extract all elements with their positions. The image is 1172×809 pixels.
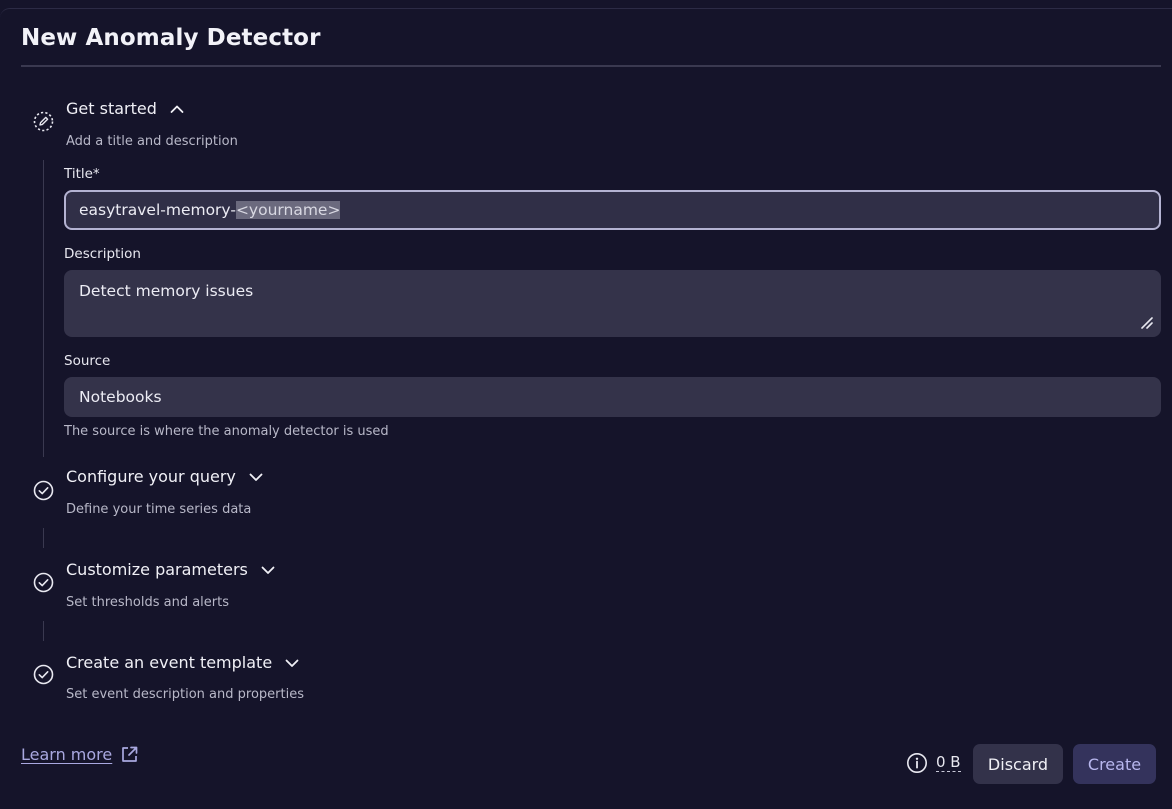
source-label: Source [64,353,111,369]
source-text: Notebooks [79,388,162,406]
step-title-label: Customize parameters [66,560,248,579]
step-create-event-template[interactable]: Create an event template [66,653,300,672]
size-indicator[interactable]: 0 B [906,752,961,774]
info-icon[interactable] [906,752,928,774]
check-circle-icon [33,664,54,685]
step-title-label: Create an event template [66,653,273,672]
chevron-down-icon[interactable] [284,655,300,671]
step-title-label: Configure your query [66,467,236,486]
chevron-up-icon[interactable] [169,101,185,117]
step-configure-query[interactable]: Configure your query [66,467,264,486]
description-label: Description [64,246,141,262]
step-title-label: Get started [66,99,157,118]
learn-more-link[interactable]: Learn more [21,745,139,764]
description-textarea[interactable]: Detect memory issues [64,270,1161,337]
create-button[interactable]: Create [1073,744,1156,784]
discard-button[interactable]: Discard [973,744,1063,784]
title-input-text: easytravel-memory- [79,201,236,219]
step-customize-parameters[interactable]: Customize parameters [66,560,276,579]
title-label: Title* [64,166,100,182]
check-circle-icon [33,572,54,593]
external-link-icon [122,746,138,762]
learn-more-label: Learn more [21,745,113,764]
step-subtitle: Add a title and description [66,134,238,149]
step-subtitle: Set thresholds and alerts [66,595,229,610]
chevron-down-icon[interactable] [248,469,264,485]
title-input[interactable]: easytravel-memory- <yourname> [64,190,1161,230]
resize-handle-icon[interactable] [1140,316,1154,330]
step-subtitle: Set event description and properties [66,687,304,702]
title-input-selection: <yourname> [235,201,341,219]
size-value: 0 B [936,753,961,772]
chevron-down-icon[interactable] [260,562,276,578]
step-connector [43,528,44,548]
title-divider [21,65,1161,67]
source-input[interactable]: Notebooks [64,377,1161,417]
step-connector [43,621,44,641]
description-text: Detect memory issues [79,282,254,300]
source-hint: The source is where the anomaly detector… [64,424,389,439]
step-subtitle: Define your time series data [66,502,252,517]
step-connector [43,160,44,457]
step-get-started[interactable]: Get started [66,99,185,118]
page-title: New Anomaly Detector [21,25,321,51]
dashed-circle-edit-icon [33,111,54,132]
check-circle-icon [33,480,54,501]
